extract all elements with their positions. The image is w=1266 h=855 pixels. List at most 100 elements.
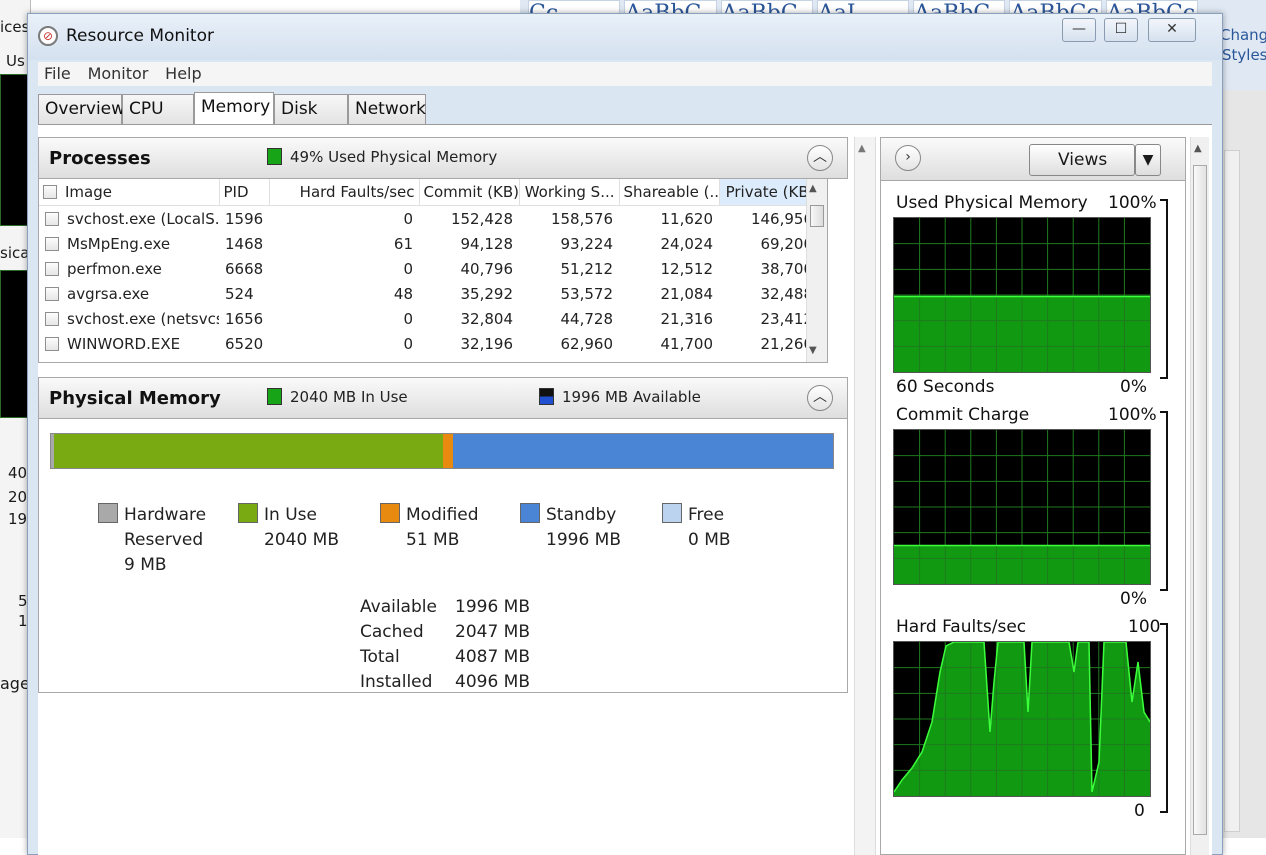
table-row[interactable]: perfmon.exe 6668 0 40,796 51,212 12,512 …: [39, 256, 819, 281]
main-pane-scrollbar[interactable]: ▲: [854, 137, 876, 855]
main-scroll-up-icon[interactable]: ▲: [858, 143, 866, 154]
column-shareable[interactable]: Shareable (...: [619, 179, 720, 206]
bg-text-20: 20: [8, 488, 28, 506]
cell-private: 38,700: [760, 259, 814, 278]
row-checkbox[interactable]: [45, 261, 59, 276]
row-checkbox[interactable]: [45, 311, 59, 326]
scroll-down-arrow-icon[interactable]: ▼: [809, 345, 817, 356]
maximize-button[interactable]: ☐: [1104, 18, 1138, 42]
collapse-processes-button[interactable]: ︿: [807, 145, 833, 171]
cell-commit: 94,128: [460, 234, 514, 253]
graph1-scale-bracket: [1160, 199, 1168, 379]
cell-working-set: 62,960: [560, 334, 614, 353]
menu-help[interactable]: Help: [163, 62, 203, 86]
cell-pid: 524: [225, 284, 254, 303]
views-button[interactable]: Views: [1029, 144, 1135, 176]
graph3-min: 0: [1134, 801, 1145, 821]
cell-image: WINWORD.EXE: [67, 334, 181, 353]
graph2-scale-bracket: [1160, 411, 1168, 591]
tab-cpu[interactable]: CPU: [122, 94, 194, 124]
stat-label-cached: Cached: [360, 622, 424, 642]
legend-label: Hardware: [124, 505, 207, 525]
legend-swatch-free: [662, 503, 682, 523]
collapse-physical-memory-button[interactable]: ︿: [807, 385, 833, 411]
graph-scroll-up-icon[interactable]: ▲: [1194, 143, 1202, 154]
cell-private: 21,260: [760, 334, 814, 353]
stat-label-installed: Installed: [360, 672, 433, 692]
memory-bar-segment-modified: [442, 434, 453, 468]
tab-network[interactable]: Network: [348, 94, 426, 124]
table-row[interactable]: svchost.exe (netsvcs) 1656 0 32,804 44,7…: [39, 306, 819, 331]
views-dropdown-icon[interactable]: ▼: [1135, 144, 1161, 176]
word-styles-label: Styles: [1222, 46, 1266, 64]
menu-monitor[interactable]: Monitor: [86, 62, 151, 86]
cell-pid: 6668: [225, 259, 264, 278]
cell-commit: 32,196: [460, 334, 514, 353]
row-checkbox[interactable]: [45, 236, 59, 251]
legend-swatch-hardware: [98, 503, 118, 523]
cell-shareable: 21,084: [660, 284, 714, 303]
stat-value-cached: 2047 MB: [455, 622, 530, 642]
column-hard-faults[interactable]: Hard Faults/sec: [269, 179, 420, 206]
table-row[interactable]: avgrsa.exe 524 48 35,292 53,572 21,084 3…: [39, 281, 819, 306]
tab-overview[interactable]: Overview: [38, 94, 125, 124]
tab-memory[interactable]: Memory: [194, 92, 274, 125]
bg-memory-graph: [0, 270, 28, 418]
used-physical-memory-text: 49% Used Physical Memory: [290, 148, 498, 166]
graph-scroll-thumb[interactable]: [1193, 165, 1207, 835]
table-row[interactable]: MsMpEng.exe 1468 61 94,128 93,224 24,024…: [39, 231, 819, 256]
available-icon: [539, 388, 554, 405]
cell-image: svchost.exe (netsvcs): [67, 309, 219, 328]
menu-file[interactable]: File: [42, 62, 73, 86]
word-change-styles-label: Change: [1220, 26, 1266, 44]
scroll-up-arrow-icon[interactable]: ▲: [809, 183, 817, 194]
minimize-button[interactable]: —: [1062, 18, 1096, 42]
cell-commit: 152,428: [450, 209, 513, 228]
row-checkbox[interactable]: [45, 336, 59, 351]
bg-text-19: 19: [8, 510, 28, 528]
cell-commit: 40,796: [460, 259, 514, 278]
row-checkbox[interactable]: [45, 211, 59, 226]
column-working-set[interactable]: Working S...: [519, 179, 620, 206]
column-private[interactable]: Private (KB): [719, 179, 820, 206]
cell-pid: 6520: [225, 334, 264, 353]
processes-panel: Processes 49% Used Physical Memory ︿ Ima…: [38, 137, 850, 365]
chevron-up-icon: ︿: [813, 149, 827, 165]
chevron-right-icon: ›: [905, 149, 911, 165]
scroll-thumb[interactable]: [810, 205, 824, 227]
cell-pid: 1656: [225, 309, 264, 328]
physical-memory-header[interactable]: Physical Memory 2040 MB In Use 1996 MB A…: [38, 377, 848, 419]
cell-working-set: 93,224: [560, 234, 614, 253]
cell-hard-faults: 0: [403, 259, 413, 278]
title-bar[interactable]: ⊘ Resource Monitor — ☐ ✕: [28, 14, 1222, 60]
graph2-min: 0%: [1120, 589, 1147, 609]
graph3-scale-bracket: [1160, 623, 1168, 813]
column-commit[interactable]: Commit (KB): [419, 179, 520, 206]
in-use-summary: 2040 MB In Use: [267, 388, 408, 406]
column-image[interactable]: Image: [39, 179, 220, 206]
graph-pane-scrollbar[interactable]: ▲: [1190, 137, 1209, 855]
expand-pane-button[interactable]: ›: [895, 145, 921, 171]
legend-value: 9 MB: [124, 555, 167, 575]
graph2-max: 100%: [1108, 405, 1157, 425]
legend-value: 1996 MB: [546, 530, 621, 550]
processes-header[interactable]: Processes 49% Used Physical Memory ︿: [38, 137, 848, 179]
cell-shareable: 12,512: [660, 259, 714, 278]
select-all-checkbox[interactable]: [43, 185, 57, 199]
processes-table-scrollbar[interactable]: ▲ ▼: [806, 179, 827, 362]
table-row[interactable]: svchost.exe (LocalS... 1596 0 152,428 15…: [39, 206, 819, 232]
table-row[interactable]: WINWORD.EXE 6520 0 32,196 62,960 41,700 …: [39, 331, 819, 356]
tab-disk[interactable]: Disk: [274, 94, 348, 124]
row-checkbox[interactable]: [45, 286, 59, 301]
cell-shareable: 21,316: [660, 309, 714, 328]
cell-shareable: 11,620: [660, 209, 714, 228]
column-pid[interactable]: PID: [219, 179, 270, 206]
stat-value-available: 1996 MB: [455, 597, 530, 617]
available-summary-text: 1996 MB Available: [562, 388, 701, 406]
close-button[interactable]: ✕: [1148, 18, 1196, 42]
menu-bar: File Monitor Help: [38, 62, 1212, 86]
legend-swatch-modified: [380, 503, 400, 523]
legend-item-modified: Modified 51 MB: [380, 503, 479, 553]
memory-tab-content: Processes 49% Used Physical Memory ︿ Ima…: [38, 124, 1212, 855]
in-use-summary-text: 2040 MB In Use: [290, 388, 408, 406]
